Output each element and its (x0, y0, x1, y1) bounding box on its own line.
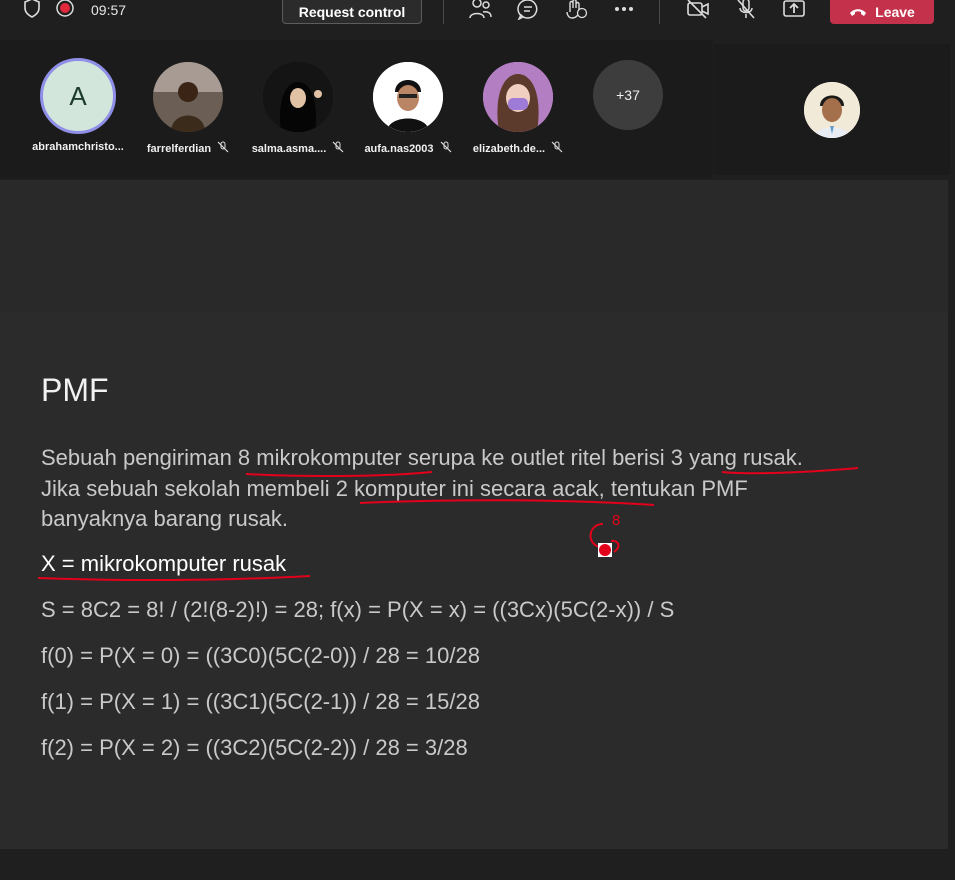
ink-annotation-layer: 8 (37, 467, 859, 582)
ink-underline (359, 499, 655, 506)
ink-underline (721, 467, 859, 475)
ink-stroke (610, 539, 620, 553)
ink-underline (245, 471, 433, 478)
laser-pointer-icon (598, 543, 612, 557)
ink-underline (37, 575, 311, 582)
ink-annotation-text: 8 (612, 512, 620, 529)
